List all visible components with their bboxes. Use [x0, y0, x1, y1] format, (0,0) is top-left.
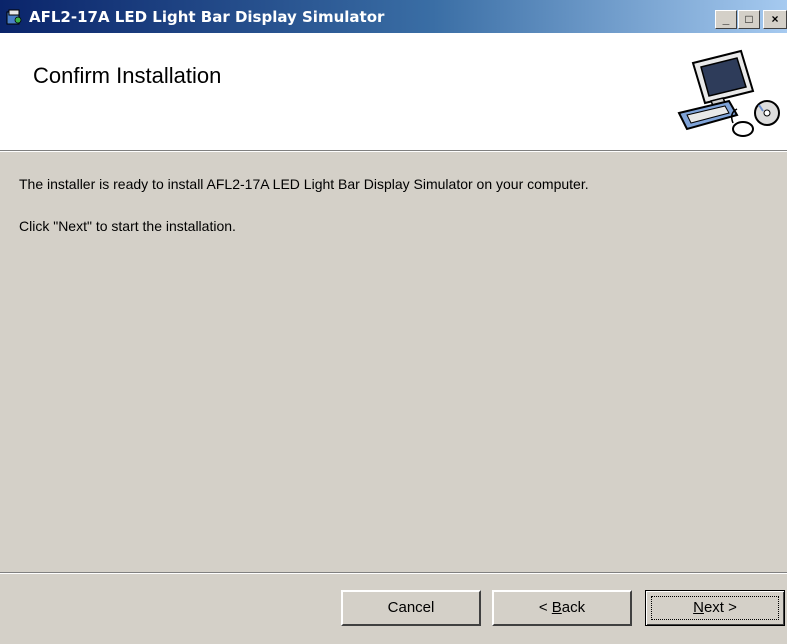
dialog-header: Confirm Installation	[0, 33, 787, 150]
footer-divider	[0, 572, 787, 574]
header-divider	[0, 150, 787, 152]
instruction-text: Click "Next" to start the installation.	[19, 218, 236, 234]
close-button[interactable]: ×	[763, 10, 787, 29]
window-title: AFL2-17A LED Light Bar Display Simulator	[29, 8, 385, 26]
back-button-prefix: <	[538, 599, 552, 616]
back-button-rest: ack	[561, 599, 586, 616]
installer-app-icon	[6, 9, 22, 25]
back-button[interactable]: < Back	[492, 590, 632, 626]
back-button-mnemonic: B	[551, 599, 562, 616]
next-button-focus-rect: Next >	[651, 596, 779, 620]
next-button-rest: ext >	[703, 599, 737, 616]
computer-cd-icon	[677, 49, 780, 137]
title-bar[interactable]: AFL2-17A LED Light Bar Display Simulator…	[0, 0, 787, 33]
maximize-button[interactable]: □	[738, 10, 760, 29]
next-button-mnemonic: N	[693, 599, 704, 616]
install-ready-text: The installer is ready to install AFL2-1…	[19, 176, 589, 192]
cancel-button[interactable]: Cancel	[341, 590, 481, 626]
page-title: Confirm Installation	[33, 63, 222, 88]
minimize-button[interactable]: _	[715, 10, 737, 29]
next-button[interactable]: Next >	[645, 590, 785, 626]
